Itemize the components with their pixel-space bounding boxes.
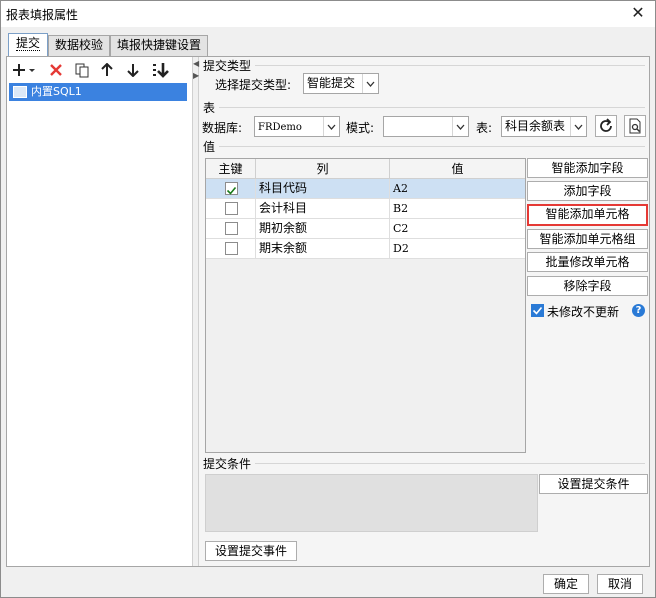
preview-button[interactable] [624,115,646,137]
add-icon[interactable] [11,59,37,81]
expand-right-icon[interactable]: ▶ [193,71,199,80]
mode-label: 模式: [346,121,375,135]
move-up-icon[interactable] [99,59,115,81]
table-row[interactable]: 期初余额 C2 [206,219,525,239]
submit-type-select[interactable]: 智能提交 [303,73,379,94]
table-row[interactable]: 期末余额 D2 [206,239,525,259]
copy-icon[interactable] [73,59,91,81]
divider [255,65,645,66]
chevron-down-icon [570,117,586,136]
table-row[interactable]: 科目代码 A2 [206,179,525,199]
table-value: 科目余额表 [505,119,566,133]
column-cell[interactable]: 科目代码 [256,179,390,199]
primary-key-checkbox[interactable] [225,222,238,235]
value-cell[interactable]: B2 [390,199,525,219]
value-cell[interactable]: D2 [390,239,525,259]
primary-key-checkbox[interactable] [225,182,238,195]
table-section-title: 表 [203,101,216,115]
database-select[interactable]: FRDemo [254,116,340,137]
move-down-icon[interactable] [125,59,141,81]
collapse-left-icon[interactable]: ◀ [193,59,199,68]
chevron-down-icon [323,117,339,136]
refresh-button[interactable] [595,115,617,137]
no-update-label[interactable]: 未修改不更新 [547,303,619,320]
smart-add-cell-group-button[interactable]: 智能添加单元格组 [527,229,648,249]
chevron-down-icon [362,74,378,93]
tree-item-sql1[interactable]: 内置SQL1 [9,83,187,101]
cancel-button[interactable]: 取消 [597,574,643,594]
delete-icon[interactable] [47,59,65,81]
ok-button[interactable]: 确定 [543,574,589,594]
submit-type-value: 智能提交 [307,76,356,90]
chevron-down-icon [452,117,468,136]
refresh-icon [600,118,612,132]
checkmark-icon [226,186,237,195]
set-submit-event-button[interactable]: 设置提交事件 [205,541,297,561]
column-header-column[interactable]: 列 [256,159,390,179]
dialog-window: 报表填报属性 ✕ 提交 数据校验 填报快捷键设置 内置SQL1 ◀ ▶ 提交类型… [0,0,656,598]
tree-item-label: 内置SQL1 [31,85,82,98]
submit-type-section-title: 提交类型 [203,59,252,73]
primary-key-checkbox[interactable] [225,202,238,215]
column-cell[interactable]: 会计科目 [256,199,390,219]
tab-shortcut-settings[interactable]: 填报快捷键设置 [110,35,208,56]
no-update-checkbox[interactable] [531,304,544,317]
settings-panel: 提交类型 选择提交类型: 智能提交 表 数据库: FRDemo 模式: 表: 科… [200,57,649,566]
divider [219,146,645,147]
preview-icon [629,118,641,134]
column-header-key[interactable]: 主键 [206,159,256,179]
smart-add-field-button[interactable]: 智能添加字段 [527,158,648,178]
tree-toolbar [7,57,193,83]
key-cell [206,199,256,219]
table-select[interactable]: 科目余额表 [501,116,587,137]
tab-submit[interactable]: 提交 [8,33,48,56]
database-value: FRDemo [258,122,302,133]
key-cell [206,239,256,259]
database-label: 数据库: [202,121,243,135]
table-header: 主键 列 值 [206,159,525,179]
batch-modify-cell-button[interactable]: 批量修改单元格 [527,252,648,272]
table-label: 表: [476,121,493,135]
divider [219,107,645,108]
panel-splitter[interactable]: ◀ ▶ [193,57,199,566]
tab-data-validation[interactable]: 数据校验 [48,35,110,56]
column-header-value[interactable]: 值 [390,159,525,179]
key-cell [206,179,256,199]
smart-add-cell-button[interactable]: 智能添加单元格 [527,204,648,226]
divider [255,463,645,464]
table-icon [13,86,27,98]
close-icon[interactable]: ✕ [629,3,647,23]
condition-section-title: 提交条件 [203,457,252,471]
mode-select[interactable] [383,116,469,137]
checkmark-icon [532,306,543,315]
remove-field-button[interactable]: 移除字段 [527,276,648,296]
field-mapping-table: 主键 列 值 科目代码 A2 会计科目 B2 期初余额 C2 期末余额 D2 [205,158,526,453]
submit-type-label: 选择提交类型: [215,78,292,92]
value-cell[interactable]: A2 [390,179,525,199]
table-row[interactable]: 会计科目 B2 [206,199,525,219]
condition-display[interactable] [205,474,538,532]
help-icon[interactable]: ? [632,304,645,317]
column-cell[interactable]: 期末余额 [256,239,390,259]
data-source-panel: 内置SQL1 [7,57,193,566]
set-condition-button[interactable]: 设置提交条件 [539,474,648,494]
value-cell[interactable]: C2 [390,219,525,239]
key-cell [206,219,256,239]
title-bar: 报表填报属性 ✕ [1,1,655,27]
column-cell[interactable]: 期初余额 [256,219,390,239]
primary-key-checkbox[interactable] [225,242,238,255]
add-field-button[interactable]: 添加字段 [527,181,648,201]
sort-icon[interactable] [151,59,171,81]
values-section-title: 值 [203,140,216,154]
dialog-title: 报表填报属性 [6,8,79,22]
tab-content: 内置SQL1 ◀ ▶ 提交类型 选择提交类型: 智能提交 表 数据库: FRDe… [6,56,650,567]
